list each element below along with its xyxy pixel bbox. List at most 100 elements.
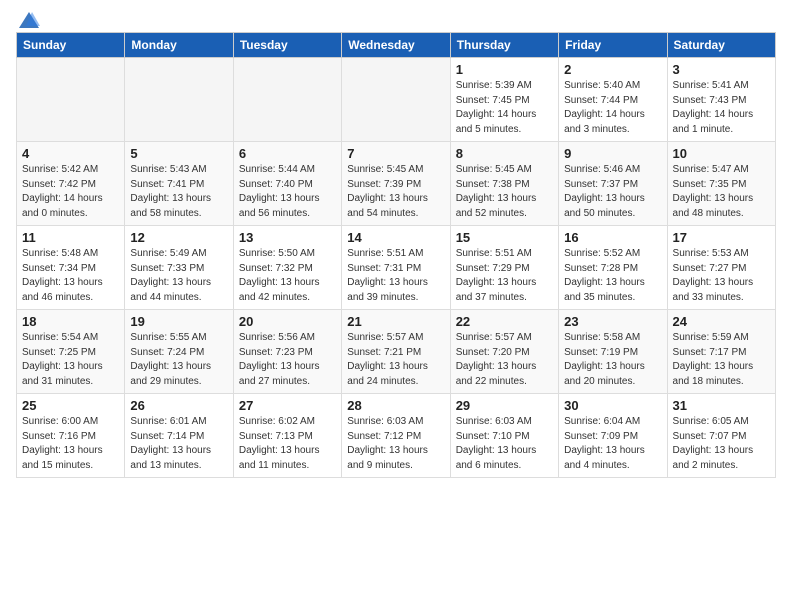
weekday-header-monday: Monday: [125, 33, 233, 58]
calendar-week-row: 25 Sunrise: 6:00 AM Sunset: 7:16 PM Dayli…: [17, 394, 776, 478]
calendar-cell: 21 Sunrise: 5:57 AM Sunset: 7:21 PM Dayli…: [342, 310, 450, 394]
calendar-cell: 1Sunrise: 5:39 AM Sunset: 7:45 PM Daylig…: [450, 58, 558, 142]
day-info: Sunrise: 5:47 AM Sunset: 7:35 PM Dayligh…: [673, 163, 770, 221]
calendar-cell: [125, 58, 233, 142]
day-number: 21: [347, 314, 444, 329]
calendar-cell: [17, 58, 125, 142]
weekday-header-sunday: Sunday: [17, 33, 125, 58]
weekday-header-friday: Friday: [559, 33, 667, 58]
calendar-cell: 22 Sunrise: 5:57 AM Sunset: 7:20 PM Dayli…: [450, 310, 558, 394]
calendar-cell: 24 Sunrise: 5:59 AM Sunset: 7:17 PM Dayli…: [667, 310, 775, 394]
page: SundayMondayTuesdayWednesdayThursdayFrid…: [0, 0, 792, 488]
day-number: 1: [456, 62, 553, 77]
calendar-cell: 27Sunrise: 6:02 AM Sunset: 7:13 PM Dayli…: [233, 394, 341, 478]
day-info: Sunrise: 5:57 AM Sunset: 7:20 PM Dayligh…: [456, 331, 553, 389]
calendar-cell: 17 Sunrise: 5:53 AM Sunset: 7:27 PM Dayli…: [667, 226, 775, 310]
calendar-cell: 31Sunrise: 6:05 AM Sunset: 7:07 PM Dayli…: [667, 394, 775, 478]
calendar-cell: 26Sunrise: 6:01 AM Sunset: 7:14 PM Dayli…: [125, 394, 233, 478]
calendar-cell: 14 Sunrise: 5:51 AM Sunset: 7:31 PM Dayli…: [342, 226, 450, 310]
calendar-cell: 2 Sunrise: 5:40 AM Sunset: 7:44 PM Daylig…: [559, 58, 667, 142]
day-number: 17: [673, 230, 770, 245]
calendar-cell: 20Sunrise: 5:56 AM Sunset: 7:23 PM Dayli…: [233, 310, 341, 394]
day-info: Sunrise: 5:54 AM Sunset: 7:25 PM Dayligh…: [22, 331, 119, 389]
calendar-cell: 12 Sunrise: 5:49 AM Sunset: 7:33 PM Dayli…: [125, 226, 233, 310]
day-number: 18: [22, 314, 119, 329]
day-info: Sunrise: 5:43 AM Sunset: 7:41 PM Dayligh…: [130, 163, 227, 221]
calendar-week-row: 4Sunrise: 5:42 AM Sunset: 7:42 PM Daylig…: [17, 142, 776, 226]
calendar-week-row: 18 Sunrise: 5:54 AM Sunset: 7:25 PM Dayli…: [17, 310, 776, 394]
day-number: 30: [564, 398, 661, 413]
calendar-cell: 7Sunrise: 5:45 AM Sunset: 7:39 PM Daylig…: [342, 142, 450, 226]
day-number: 8: [456, 146, 553, 161]
day-info: Sunrise: 5:44 AM Sunset: 7:40 PM Dayligh…: [239, 163, 336, 221]
day-number: 9: [564, 146, 661, 161]
calendar-cell: 13 Sunrise: 5:50 AM Sunset: 7:32 PM Dayli…: [233, 226, 341, 310]
day-info: Sunrise: 5:51 AM Sunset: 7:29 PM Dayligh…: [456, 247, 553, 305]
day-number: 2: [564, 62, 661, 77]
day-info: Sunrise: 6:00 AM Sunset: 7:16 PM Dayligh…: [22, 415, 119, 473]
calendar-cell: 30 Sunrise: 6:04 AM Sunset: 7:09 PM Dayli…: [559, 394, 667, 478]
calendar-cell: 10 Sunrise: 5:47 AM Sunset: 7:35 PM Dayli…: [667, 142, 775, 226]
day-number: 19: [130, 314, 227, 329]
calendar-cell: 6 Sunrise: 5:44 AM Sunset: 7:40 PM Daylig…: [233, 142, 341, 226]
day-number: 25: [22, 398, 119, 413]
day-number: 11: [22, 230, 119, 245]
day-info: Sunrise: 6:04 AM Sunset: 7:09 PM Dayligh…: [564, 415, 661, 473]
day-number: 12: [130, 230, 227, 245]
day-info: Sunrise: 5:40 AM Sunset: 7:44 PM Dayligh…: [564, 79, 661, 137]
header: [16, 10, 776, 26]
calendar-cell: 19 Sunrise: 5:55 AM Sunset: 7:24 PM Dayli…: [125, 310, 233, 394]
calendar-cell: 11 Sunrise: 5:48 AM Sunset: 7:34 PM Dayli…: [17, 226, 125, 310]
day-info: Sunrise: 5:52 AM Sunset: 7:28 PM Dayligh…: [564, 247, 661, 305]
calendar-cell: 18 Sunrise: 5:54 AM Sunset: 7:25 PM Dayli…: [17, 310, 125, 394]
calendar-cell: [342, 58, 450, 142]
weekday-header-row: SundayMondayTuesdayWednesdayThursdayFrid…: [17, 33, 776, 58]
calendar-cell: 9 Sunrise: 5:46 AM Sunset: 7:37 PM Daylig…: [559, 142, 667, 226]
day-info: Sunrise: 5:51 AM Sunset: 7:31 PM Dayligh…: [347, 247, 444, 305]
day-info: Sunrise: 5:50 AM Sunset: 7:32 PM Dayligh…: [239, 247, 336, 305]
calendar-week-row: 11 Sunrise: 5:48 AM Sunset: 7:34 PM Dayli…: [17, 226, 776, 310]
day-info: Sunrise: 5:53 AM Sunset: 7:27 PM Dayligh…: [673, 247, 770, 305]
logo: [16, 10, 40, 26]
calendar-cell: 3 Sunrise: 5:41 AM Sunset: 7:43 PM Daylig…: [667, 58, 775, 142]
day-info: Sunrise: 5:41 AM Sunset: 7:43 PM Dayligh…: [673, 79, 770, 137]
day-number: 14: [347, 230, 444, 245]
day-number: 5: [130, 146, 227, 161]
day-info: Sunrise: 6:02 AM Sunset: 7:13 PM Dayligh…: [239, 415, 336, 473]
day-number: 28: [347, 398, 444, 413]
day-number: 6: [239, 146, 336, 161]
day-number: 10: [673, 146, 770, 161]
calendar-cell: 23Sunrise: 5:58 AM Sunset: 7:19 PM Dayli…: [559, 310, 667, 394]
calendar-week-row: 1Sunrise: 5:39 AM Sunset: 7:45 PM Daylig…: [17, 58, 776, 142]
day-info: Sunrise: 5:45 AM Sunset: 7:39 PM Dayligh…: [347, 163, 444, 221]
day-info: Sunrise: 5:42 AM Sunset: 7:42 PM Dayligh…: [22, 163, 119, 221]
day-info: Sunrise: 5:49 AM Sunset: 7:33 PM Dayligh…: [130, 247, 227, 305]
day-info: Sunrise: 5:48 AM Sunset: 7:34 PM Dayligh…: [22, 247, 119, 305]
day-number: 22: [456, 314, 553, 329]
weekday-header-tuesday: Tuesday: [233, 33, 341, 58]
day-number: 31: [673, 398, 770, 413]
calendar-cell: 5 Sunrise: 5:43 AM Sunset: 7:41 PM Daylig…: [125, 142, 233, 226]
logo-icon: [18, 10, 40, 32]
day-number: 23: [564, 314, 661, 329]
day-number: 3: [673, 62, 770, 77]
day-number: 15: [456, 230, 553, 245]
calendar-cell: 29 Sunrise: 6:03 AM Sunset: 7:10 PM Dayli…: [450, 394, 558, 478]
day-info: Sunrise: 6:03 AM Sunset: 7:10 PM Dayligh…: [456, 415, 553, 473]
day-number: 26: [130, 398, 227, 413]
day-number: 20: [239, 314, 336, 329]
weekday-header-wednesday: Wednesday: [342, 33, 450, 58]
day-info: Sunrise: 5:59 AM Sunset: 7:17 PM Dayligh…: [673, 331, 770, 389]
calendar-cell: 28 Sunrise: 6:03 AM Sunset: 7:12 PM Dayli…: [342, 394, 450, 478]
weekday-header-thursday: Thursday: [450, 33, 558, 58]
day-info: Sunrise: 6:03 AM Sunset: 7:12 PM Dayligh…: [347, 415, 444, 473]
calendar-cell: 4Sunrise: 5:42 AM Sunset: 7:42 PM Daylig…: [17, 142, 125, 226]
day-number: 24: [673, 314, 770, 329]
day-info: Sunrise: 5:57 AM Sunset: 7:21 PM Dayligh…: [347, 331, 444, 389]
day-info: Sunrise: 5:46 AM Sunset: 7:37 PM Dayligh…: [564, 163, 661, 221]
day-info: Sunrise: 5:55 AM Sunset: 7:24 PM Dayligh…: [130, 331, 227, 389]
day-number: 13: [239, 230, 336, 245]
calendar-cell: 16Sunrise: 5:52 AM Sunset: 7:28 PM Dayli…: [559, 226, 667, 310]
day-number: 29: [456, 398, 553, 413]
calendar-cell: 15 Sunrise: 5:51 AM Sunset: 7:29 PM Dayli…: [450, 226, 558, 310]
